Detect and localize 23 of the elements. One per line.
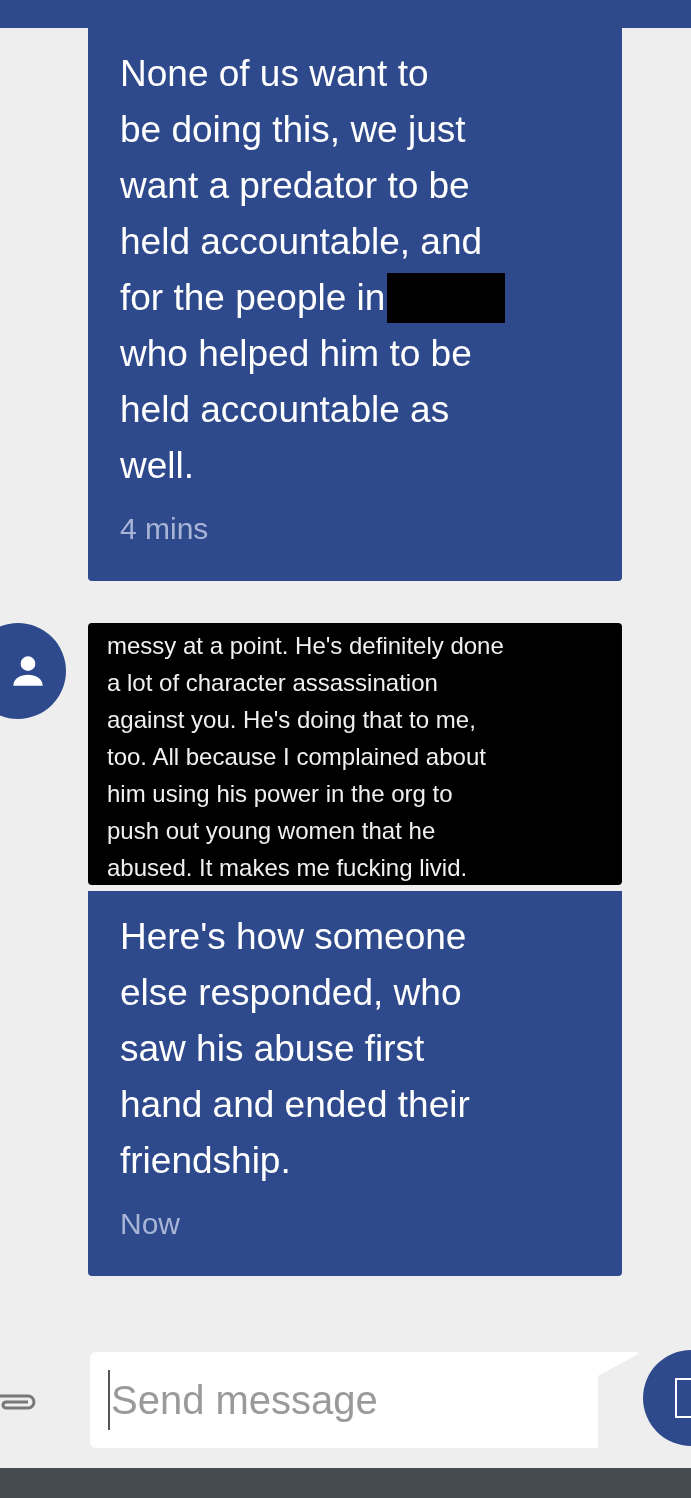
screenshot-text: push out young women that he bbox=[107, 816, 436, 846]
message-input[interactable]: Send message bbox=[108, 1370, 588, 1430]
message-time: 4 mins bbox=[120, 511, 210, 547]
message-text: else responded, who bbox=[120, 971, 462, 1015]
message-time: Now bbox=[120, 1206, 181, 1242]
message-text: who helped him to be bbox=[120, 332, 472, 376]
message-text: saw his abuse first bbox=[120, 1027, 425, 1071]
screenshot-text: a lot of character assassination bbox=[107, 668, 438, 698]
screenshot-text: too. All because I complained about bbox=[107, 742, 486, 772]
message-text: held accountable, and bbox=[120, 220, 483, 264]
screenshot-text: abused. It makes me fucking livid. bbox=[107, 853, 468, 883]
message-text: want a predator to be bbox=[120, 164, 470, 208]
message-text: well. bbox=[120, 444, 195, 488]
message-text: Here's how someone bbox=[120, 915, 467, 959]
message-text: for the people in bbox=[120, 276, 386, 320]
message-text: None of us want to bbox=[120, 52, 429, 96]
screenshot-text: him using his power in the org to bbox=[107, 779, 453, 809]
message-text: friendship. bbox=[120, 1139, 291, 1183]
screenshot-text: messy at a point. He's definitely done bbox=[107, 631, 504, 661]
message-text: be doing this, we just bbox=[120, 108, 466, 152]
message-text: hand and ended their bbox=[120, 1083, 470, 1127]
screenshot-text: against you. He's doing that to me, bbox=[107, 705, 476, 735]
message-text: held accountable as bbox=[120, 388, 450, 432]
